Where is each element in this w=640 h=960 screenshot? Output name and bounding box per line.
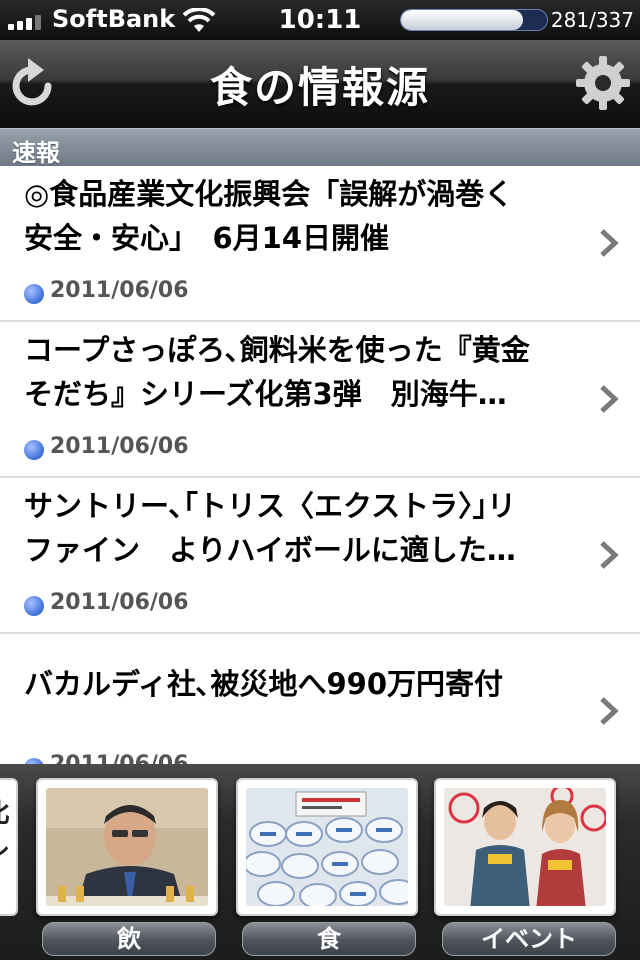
chevron-right-icon — [600, 697, 619, 725]
category-photo — [46, 788, 208, 906]
news-headline: サントリー､｢トリス〈エクストラ〉｣リ ファイン よりハイボールに適した… — [24, 489, 517, 567]
news-list: ◎食品産業文化振興会「誤解が渦巻く 安全・安心」 6月14日開催 2011/06… — [0, 166, 640, 764]
download-progress-bar — [400, 9, 548, 31]
unread-dot-icon — [24, 596, 44, 616]
list-item[interactable]: サントリー､｢トリス〈エクストラ〉｣リ ファイン よりハイボールに適した… 20… — [0, 478, 640, 634]
category-card-partial[interactable]: 比レ — [0, 778, 18, 916]
list-item[interactable]: コープさっぽろ､飼料米を使った『黄金 そだち』シリーズ化第3弾 別海牛… 201… — [0, 322, 640, 478]
news-headline: ◎食品産業文化振興会「誤解が渦巻く 安全・安心」 6月14日開催 — [24, 177, 514, 255]
event-photo — [444, 788, 606, 906]
news-date: 2011/06/06 — [50, 278, 189, 303]
news-date: 2011/06/06 — [50, 752, 189, 764]
category-button-food[interactable]: 食 — [242, 922, 416, 956]
food-shelf-photo — [246, 788, 408, 906]
category-card-drink[interactable] — [36, 778, 218, 916]
status-bar: SoftBank 10:11 281/337 — [0, 0, 640, 40]
unread-dot-icon — [24, 284, 44, 304]
chevron-right-icon — [600, 385, 619, 413]
list-item[interactable]: バカルディ社､被災地へ990万円寄付 2011/06/06 — [0, 634, 640, 764]
download-progress-fill — [401, 10, 523, 30]
category-card-event[interactable] — [434, 778, 616, 916]
gear-icon[interactable] — [574, 54, 632, 112]
press-conference-photo — [46, 788, 208, 906]
section-title: 速報 — [12, 139, 60, 167]
list-item[interactable]: ◎食品産業文化振興会「誤解が渦巻く 安全・安心」 6月14日開催 2011/06… — [0, 166, 640, 322]
news-date: 2011/06/06 — [50, 590, 189, 615]
news-headline: コープさっぽろ､飼料米を使った『黄金 そだち』シリーズ化第3弾 別海牛… — [24, 333, 530, 411]
unread-dot-icon — [24, 440, 44, 460]
category-photo — [246, 788, 408, 906]
category-button-event[interactable]: イベント — [442, 922, 616, 956]
navigation-bar: 食の情報源 — [0, 40, 640, 128]
chevron-right-icon — [600, 541, 619, 569]
app-title: 食の情報源 — [209, 63, 430, 112]
category-photo — [444, 788, 606, 906]
category-card-food[interactable] — [236, 778, 418, 916]
partial-card-text: 比レ — [0, 796, 10, 868]
section-header: 速報 — [0, 128, 640, 167]
news-headline: バカルディ社､被災地へ990万円寄付 — [24, 667, 504, 701]
category-button-drink[interactable]: 飲 — [42, 922, 216, 956]
chevron-right-icon — [600, 229, 619, 257]
category-carousel[interactable]: 比レ 飲 — [0, 764, 640, 960]
download-progress-text: 281/337 — [550, 8, 634, 32]
news-date: 2011/06/06 — [50, 434, 189, 459]
